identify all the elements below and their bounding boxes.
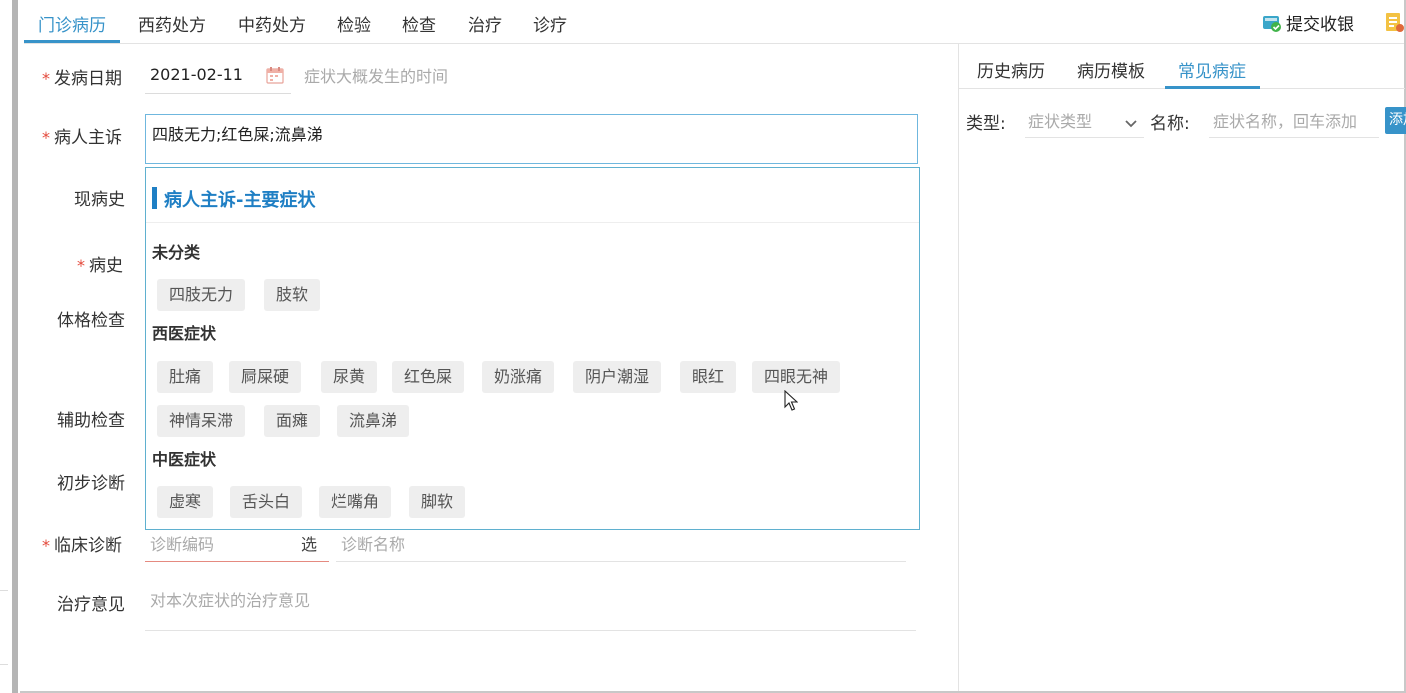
symptom-chip[interactable]: 屙屎硬 xyxy=(229,361,302,393)
aux-exam-label: 辅助检查 xyxy=(57,411,125,431)
symptom-chip[interactable]: 红色屎 xyxy=(392,361,465,393)
symptom-chip[interactable]: 四肢无力 xyxy=(157,279,246,311)
symptom-chip[interactable]: 奶涨痛 xyxy=(482,361,555,393)
shield-check-icon xyxy=(1262,13,1282,33)
active-side-tab-indicator xyxy=(1165,86,1260,89)
symptom-chip[interactable]: 肚痛 xyxy=(157,361,214,393)
history-label: * 病史 xyxy=(77,256,123,276)
symptom-name-input[interactable]: 症状名称，回车添加 xyxy=(1209,102,1379,138)
symptom-chip[interactable]: 四眼无神 xyxy=(752,361,841,393)
category-uncategorized: 未分类 xyxy=(152,243,201,262)
mouse-pointer-icon xyxy=(784,389,799,412)
symptom-chip[interactable]: 烂嘴角 xyxy=(319,486,392,518)
rail-tick xyxy=(0,590,8,591)
onset-hint: 症状大概发生的时间 xyxy=(304,67,449,86)
panel-title-accent xyxy=(152,187,157,209)
tab-outpatient-record[interactable]: 门诊病历 xyxy=(38,11,106,36)
symptom-chip[interactable]: 眼红 xyxy=(680,361,737,393)
diagnosis-code-placeholder: 诊断编码 xyxy=(150,535,215,554)
tab-chinese-prescription[interactable]: 中药处方 xyxy=(238,11,306,36)
tab-lab-test[interactable]: 检验 xyxy=(337,11,371,36)
physical-exam-label: 体格检查 xyxy=(57,311,125,331)
tab-western-prescription[interactable]: 西药处方 xyxy=(138,11,206,36)
side-tab-bar: 历史病历 病历模板 常见病症 xyxy=(959,44,1405,89)
clinical-diagnosis-label: * 临床诊断 xyxy=(42,536,122,556)
top-tab-bar: 门诊病历 西药处方 中药处方 检验 检查 治疗 诊疗 xyxy=(24,0,1404,44)
symptom-chip[interactable]: 肢软 xyxy=(264,279,321,311)
symptom-name-placeholder: 症状名称，回车添加 xyxy=(1213,112,1358,131)
treatment-opinion-input[interactable]: 对本次症状的治疗意见 xyxy=(145,584,916,631)
symptom-chip[interactable]: 脚软 xyxy=(409,486,466,518)
tab-treatment[interactable]: 治疗 xyxy=(468,11,502,36)
tab-common-symptoms[interactable]: 常见病症 xyxy=(1178,57,1246,82)
required-mark: * xyxy=(42,128,50,147)
diagnosis-select-button[interactable]: 选 xyxy=(301,531,317,555)
symptom-chip[interactable]: 舌头白 xyxy=(230,486,303,518)
side-panel: 历史病历 病历模板 常见病症 类型: 症状类型 名称: 症状名称，回车添加 添加 xyxy=(958,44,1406,691)
chevron-down-icon xyxy=(1124,114,1138,128)
submit-cashier-button[interactable]: 提交收银 xyxy=(1262,10,1354,35)
required-mark: * xyxy=(42,536,50,555)
symptom-chip[interactable]: 神情呆滞 xyxy=(157,405,246,437)
prelim-diagnosis-label: 初步诊断 xyxy=(57,474,125,494)
rail-tick xyxy=(0,664,8,665)
symptom-picker-panel: 病人主诉-主要症状 未分类 四肢无力 肢软 西医症状 肚痛 屙屎硬 尿黄 红色屎… xyxy=(145,167,920,530)
add-symptom-button[interactable]: 添加 xyxy=(1385,107,1406,134)
symptom-chip[interactable]: 面瘫 xyxy=(264,405,321,437)
complaint-input[interactable]: 四肢无力;红色屎;流鼻涕 xyxy=(145,114,918,164)
present-history-label: 现病史 xyxy=(74,190,125,210)
required-mark: * xyxy=(77,256,85,275)
window-left-edge xyxy=(0,0,20,693)
tab-history-records[interactable]: 历史病历 xyxy=(977,57,1045,82)
diagnosis-code-input[interactable]: 诊断编码 选 xyxy=(145,528,329,562)
diagnosis-name-placeholder: 诊断名称 xyxy=(341,535,406,554)
symptom-type-select[interactable]: 症状类型 xyxy=(1025,102,1144,138)
submit-cashier-label: 提交收银 xyxy=(1286,15,1354,35)
treatment-opinion-placeholder: 对本次症状的治疗意见 xyxy=(150,591,311,610)
scroll-rail xyxy=(12,0,18,693)
complaint-value: 四肢无力;红色屎;流鼻涕 xyxy=(152,125,323,144)
onset-date-value: 2021-02-11 xyxy=(150,65,243,84)
symptom-chip[interactable]: 流鼻涕 xyxy=(337,405,410,437)
required-mark: * xyxy=(42,69,50,88)
treatment-opinion-label: 治疗意见 xyxy=(57,595,125,615)
calendar-icon[interactable] xyxy=(266,66,284,84)
tab-diagnosis-treatment[interactable]: 诊疗 xyxy=(533,11,567,36)
symptom-panel-title: 病人主诉-主要症状 xyxy=(164,190,316,211)
symptom-chip[interactable]: 尿黄 xyxy=(321,361,378,393)
complaint-label: * 病人主诉 xyxy=(42,128,122,148)
name-filter-label: 名称: xyxy=(1150,114,1190,134)
active-tab-indicator xyxy=(24,40,120,43)
tab-examination[interactable]: 检查 xyxy=(402,11,436,36)
category-chinese: 中医症状 xyxy=(152,450,217,469)
report-icon[interactable] xyxy=(1384,11,1404,33)
diagnosis-name-input[interactable]: 诊断名称 xyxy=(336,528,906,562)
onset-date-label: * 发病日期 xyxy=(42,69,122,89)
panel-divider xyxy=(146,222,919,223)
type-filter-label: 类型: xyxy=(966,114,1006,134)
category-western: 西医症状 xyxy=(152,324,217,343)
symptom-chip[interactable]: 阴户潮湿 xyxy=(573,361,662,393)
tab-record-templates[interactable]: 病历模板 xyxy=(1077,57,1145,82)
symptom-type-placeholder: 症状类型 xyxy=(1028,112,1093,131)
symptom-chip[interactable]: 虚寒 xyxy=(157,486,214,518)
